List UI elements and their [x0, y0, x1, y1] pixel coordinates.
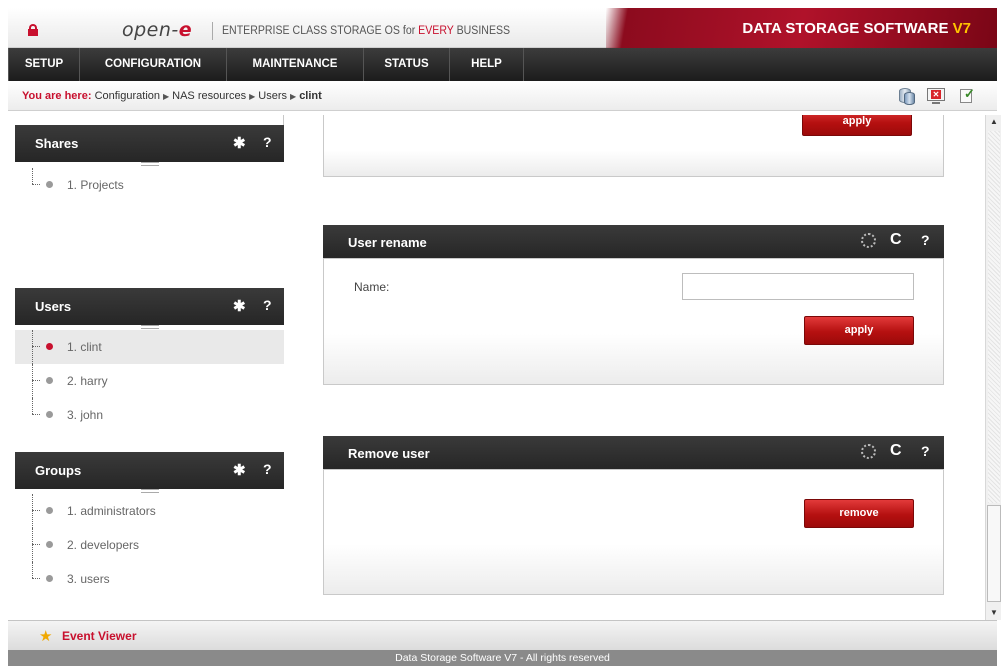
breadcrumb-item-nas-resources[interactable]: NAS resources — [172, 90, 246, 102]
logout-icon[interactable]: ✕ — [926, 86, 946, 106]
breadcrumb-arrow-icon: ▶ — [249, 92, 256, 101]
tagline: ENTERPRISE CLASS STORAGE OS for EVERY BU… — [222, 25, 511, 37]
previous-settings-box: apply — [323, 115, 944, 177]
user-rename-box: Name: apply — [323, 258, 944, 385]
menu-status[interactable]: STATUS — [364, 48, 450, 81]
help-icon[interactable]: ? — [921, 443, 930, 459]
refresh-icon[interactable]: C — [890, 442, 902, 460]
scrollbar-track[interactable] — [988, 131, 1000, 503]
bullet-icon — [46, 343, 53, 350]
groups-panel: 1. administrators 2. developers 3. users — [15, 489, 284, 620]
remove-user-title: Remove user — [348, 446, 430, 461]
loading-spinner-icon — [861, 444, 876, 459]
apply-button[interactable]: apply — [802, 115, 912, 136]
breadcrumb-item-users[interactable]: Users — [258, 90, 287, 102]
resize-grip-icon[interactable] — [141, 325, 159, 329]
breadcrumb: You are here: Configuration ▶ NAS resource… — [8, 81, 997, 111]
user-rename-header: User rename C ? — [323, 225, 944, 259]
loading-spinner-icon — [861, 233, 876, 248]
main-content: apply User rename C ? Name: apply Remove… — [285, 115, 985, 620]
header-divider — [212, 22, 213, 40]
groups-panel-header: Groups ✱ ? — [15, 452, 284, 489]
sidebar: Shares ✱ ? 1. Projects Users ✱ ? 1. clin… — [15, 115, 284, 620]
breadcrumb-arrow-icon: ▶ — [163, 92, 170, 101]
user-rename-title: User rename — [348, 235, 427, 250]
user-item-clint[interactable]: 1. clint — [15, 330, 284, 364]
status-check-icon[interactable]: ✓ — [956, 86, 976, 106]
bullet-icon — [46, 507, 53, 514]
product-logo: open-e — [122, 19, 193, 41]
help-icon[interactable]: ? — [921, 232, 930, 248]
users-panel-title: Users — [35, 299, 72, 314]
bullet-icon — [46, 181, 53, 188]
apply-button[interactable]: apply — [804, 316, 914, 345]
event-viewer-link[interactable]: Event Viewer — [62, 629, 136, 643]
group-item-administrators[interactable]: 1. administrators — [15, 494, 284, 528]
breadcrumb-current: clint — [299, 90, 322, 102]
lock-icon — [28, 24, 38, 36]
user-item-john[interactable]: 3. john — [15, 398, 284, 432]
gear-icon[interactable]: ✱ — [233, 134, 246, 152]
help-icon[interactable]: ? — [263, 461, 272, 477]
menu-maintenance[interactable]: MAINTENANCE — [227, 48, 364, 81]
vertical-scrollbar[interactable]: ▲ ▼ — [985, 115, 1001, 620]
shares-panel: 1. Projects — [15, 162, 284, 288]
shares-panel-title: Shares — [35, 136, 79, 151]
bullet-icon — [46, 575, 53, 582]
gear-icon[interactable]: ✱ — [233, 297, 246, 315]
gear-icon[interactable]: ✱ — [233, 461, 246, 479]
remove-button[interactable]: remove — [804, 499, 914, 528]
footer: Data Storage Software V7 - All rights re… — [8, 650, 997, 666]
groups-panel-title: Groups — [35, 463, 82, 478]
brand-title: DATA STORAGE SOFTWARE V7 — [742, 20, 971, 37]
remove-user-box: remove — [323, 469, 944, 595]
users-panel-header: Users ✱ ? — [15, 288, 284, 325]
bullet-icon — [46, 411, 53, 418]
menu-help[interactable]: HELP — [450, 48, 524, 81]
scroll-down-icon[interactable]: ▼ — [988, 606, 1000, 620]
scroll-up-icon[interactable]: ▲ — [988, 115, 1000, 129]
brand-banner: DATA STORAGE SOFTWARE V7 — [606, 8, 997, 48]
help-icon[interactable]: ? — [263, 297, 272, 313]
breadcrumb-arrow-icon: ▶ — [290, 92, 297, 101]
star-icon[interactable]: ★ — [39, 627, 52, 645]
event-viewer-bar: ★ Event Viewer — [8, 620, 997, 650]
app-window: open-e ENTERPRISE CLASS STORAGE OS for E… — [0, 0, 1001, 666]
name-field[interactable] — [682, 273, 914, 300]
group-item-developers[interactable]: 2. developers — [15, 528, 284, 562]
bullet-icon — [46, 377, 53, 384]
group-item-users[interactable]: 3. users — [15, 562, 284, 596]
shares-panel-header: Shares ✱ ? — [15, 125, 284, 162]
remove-user-header: Remove user C ? — [323, 436, 944, 470]
refresh-icon[interactable]: C — [890, 231, 902, 249]
breadcrumb-item-configuration[interactable]: Configuration — [95, 90, 160, 102]
name-label: Name: — [354, 280, 390, 294]
share-item[interactable]: 1. Projects — [15, 168, 284, 202]
main-menu: SETUP CONFIGURATION MAINTENANCE STATUS H… — [8, 48, 997, 81]
database-icon[interactable] — [896, 86, 916, 106]
menu-configuration[interactable]: CONFIGURATION — [80, 48, 227, 81]
help-icon[interactable]: ? — [263, 134, 272, 150]
resize-grip-icon[interactable] — [141, 162, 159, 166]
bullet-icon — [46, 541, 53, 548]
breadcrumb-label: You are here: — [22, 90, 92, 102]
users-panel: 1. clint 2. harry 3. john — [15, 325, 284, 452]
user-item-harry[interactable]: 2. harry — [15, 364, 284, 398]
resize-grip-icon[interactable] — [141, 489, 159, 493]
menu-setup[interactable]: SETUP — [8, 48, 80, 81]
scrollbar-thumb[interactable] — [987, 505, 1001, 602]
